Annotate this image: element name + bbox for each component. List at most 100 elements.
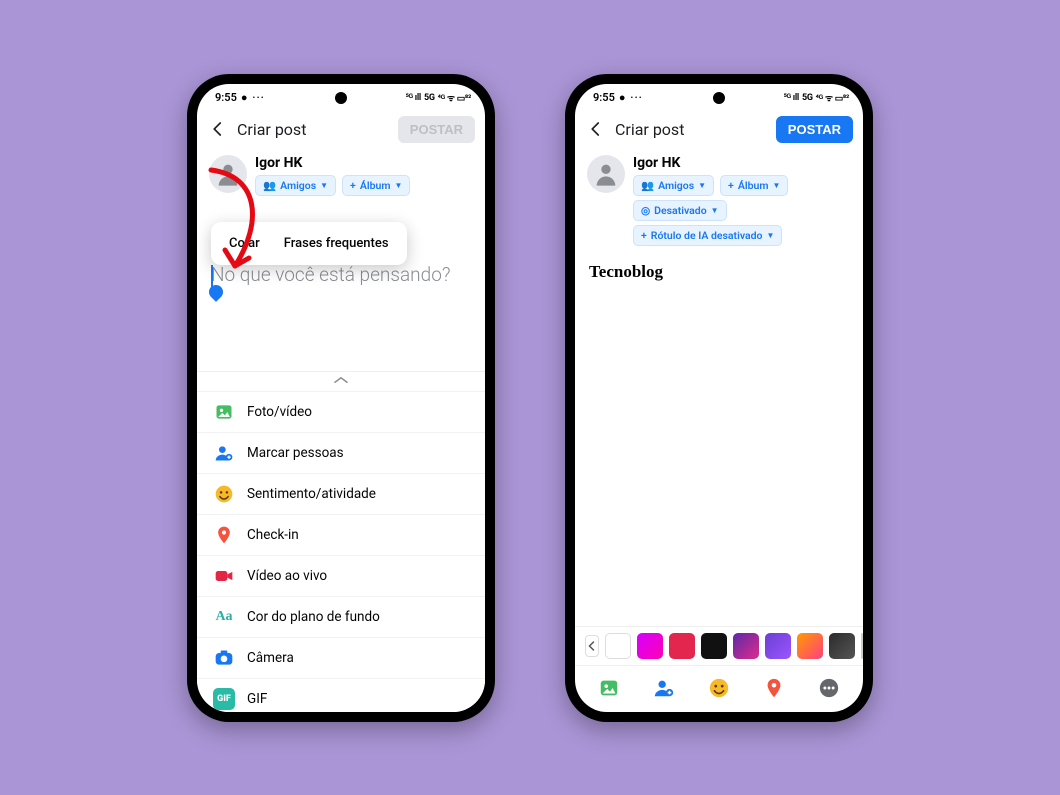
chevron-down-icon: ▼	[320, 181, 328, 190]
sheet-tag-people[interactable]: Marcar pessoas	[197, 432, 485, 473]
location-icon	[763, 677, 785, 699]
bb-photo[interactable]	[597, 676, 621, 700]
back-button[interactable]	[585, 118, 607, 140]
bgcolor-swatch-6[interactable]	[797, 633, 823, 659]
sheet-bgcolor-label: Cor do plano de fundo	[247, 609, 380, 625]
friends-icon: 👥	[641, 179, 654, 192]
bgcolor-swatch-1[interactable]	[637, 633, 663, 659]
feeling-icon	[708, 677, 730, 699]
sheet-gif-label: GIF	[247, 691, 267, 707]
screen-left: 9:55 ● ··· ⁵ᴳ ıll 5G ⁴ᴳ ᯤ ▭⁸² Criar post…	[197, 84, 485, 712]
status-dots: ● ···	[241, 91, 265, 104]
sheet-live-label: Vídeo ao vivo	[247, 568, 327, 584]
bb-feeling[interactable]	[707, 676, 731, 700]
status-5g: 5G	[424, 93, 435, 103]
camera-dot	[713, 92, 725, 104]
compose-area[interactable]: Tecnoblog	[575, 252, 863, 286]
sheet-photo-label: Foto/vídeo	[247, 404, 312, 420]
chevron-down-icon: ▼	[772, 181, 780, 190]
bgcolor-swatch-7[interactable]	[829, 633, 855, 659]
chip-disabled[interactable]: ◎ Desativado ▼	[633, 200, 727, 221]
bb-tag[interactable]	[652, 676, 676, 700]
bgcolor-swatch-3[interactable]	[701, 633, 727, 659]
chip-album[interactable]: + Álbum ▼	[720, 175, 788, 196]
bb-checkin[interactable]	[762, 676, 786, 700]
plus-icon: +	[728, 179, 734, 192]
attachment-sheet: Foto/vídeo Marcar pessoas Sentimento/ati…	[197, 371, 485, 712]
instagram-icon: ◎	[641, 204, 650, 217]
sheet-camera-label: Câmera	[247, 650, 294, 666]
status-5g: 5G	[802, 93, 813, 103]
status-net-left: ⁵ᴳ ıll	[406, 92, 421, 103]
live-video-icon	[213, 565, 235, 587]
post-button[interactable]: POSTAR	[776, 116, 853, 143]
sheet-gif[interactable]: GIF GIF	[197, 678, 485, 712]
location-icon	[213, 524, 235, 546]
status-dots: ● ···	[619, 91, 643, 104]
bgcolor-swatch-0[interactable]	[605, 633, 631, 659]
bgcolor-collapse[interactable]	[585, 635, 599, 657]
chip-friends[interactable]: 👥 Amigos ▼	[255, 175, 336, 196]
context-frequent-phrases[interactable]: Frases frequentes	[272, 232, 401, 255]
status-net-left: ⁵ᴳ ıll	[784, 92, 799, 103]
app-header: Criar post POSTAR	[575, 112, 863, 151]
status-time: 9:55	[215, 91, 237, 104]
phone-right: 9:55 ● ··· ⁵ᴳ ıll 5G ⁴ᴳ ᯤ ▭⁸² Criar post…	[565, 74, 873, 722]
context-menu: Colar Frases frequentes	[211, 222, 407, 265]
status-time: 9:55	[593, 91, 615, 104]
chevron-up-icon	[332, 375, 350, 385]
bgcolor-more[interactable]	[861, 633, 863, 659]
avatar-placeholder-icon	[592, 160, 620, 188]
sheet-camera[interactable]: Câmera	[197, 637, 485, 678]
chip-album-label: Álbum	[360, 179, 391, 192]
post-button[interactable]: POSTAR	[398, 116, 475, 143]
user-name: Igor HK	[255, 155, 473, 171]
sheet-handle[interactable]	[197, 372, 485, 391]
chip-album[interactable]: + Álbum ▼	[342, 175, 410, 196]
back-button[interactable]	[207, 118, 229, 140]
bottom-toolbar	[575, 665, 863, 712]
tag-people-icon	[653, 677, 675, 699]
compose-text: Tecnoblog	[589, 262, 849, 282]
avatar[interactable]	[587, 155, 625, 193]
friends-icon: 👥	[263, 179, 276, 192]
bgcolor-swatch-2[interactable]	[669, 633, 695, 659]
app-header: Criar post POSTAR	[197, 112, 485, 151]
compose-placeholder: No que você está pensando?	[211, 263, 471, 286]
status-net-right: ⁴ᴳ ᯤ ▭⁸²	[816, 91, 849, 104]
plus-icon: +	[350, 179, 356, 192]
avatar[interactable]	[209, 155, 247, 193]
chip-ia-label[interactable]: + Rótulo de IA desativado ▼	[633, 225, 782, 246]
sheet-photo-video[interactable]: Foto/vídeo	[197, 391, 485, 432]
chevron-left-icon	[586, 640, 598, 652]
chevron-down-icon: ▼	[698, 181, 706, 190]
sheet-feeling[interactable]: Sentimento/atividade	[197, 473, 485, 514]
page-title: Criar post	[237, 120, 390, 139]
bgcolor-swatch-4[interactable]	[733, 633, 759, 659]
screen-right: 9:55 ● ··· ⁵ᴳ ıll 5G ⁴ᴳ ᯤ ▭⁸² Criar post…	[575, 84, 863, 712]
chevron-down-icon: ▼	[711, 206, 719, 215]
chip-friends-label: Amigos	[658, 179, 694, 192]
sheet-feeling-label: Sentimento/atividade	[247, 486, 376, 502]
chip-album-label: Álbum	[738, 179, 769, 192]
gif-icon: GIF	[213, 688, 235, 710]
chip-disabled-label: Desativado	[654, 204, 706, 217]
camera-dot	[335, 92, 347, 104]
page-title: Criar post	[615, 120, 768, 139]
bb-more[interactable]	[817, 676, 841, 700]
user-name: Igor HK	[633, 155, 851, 171]
camera-icon	[213, 647, 235, 669]
sheet-bgcolor[interactable]: Aa Cor do plano de fundo	[197, 596, 485, 637]
phone-left: 9:55 ● ··· ⁵ᴳ ıll 5G ⁴ᴳ ᯤ ▭⁸² Criar post…	[187, 74, 495, 722]
sheet-checkin[interactable]: Check-in	[197, 514, 485, 555]
chip-friends[interactable]: 👥 Amigos ▼	[633, 175, 714, 196]
chevron-left-icon	[587, 120, 605, 138]
photo-icon	[213, 401, 235, 423]
context-paste[interactable]: Colar	[217, 232, 272, 255]
sheet-live-video[interactable]: Vídeo ao vivo	[197, 555, 485, 596]
status-net-right: ⁴ᴳ ᯤ ▭⁸²	[438, 91, 471, 104]
bgcolor-swatch-5[interactable]	[765, 633, 791, 659]
photo-icon	[598, 677, 620, 699]
tag-people-icon	[213, 442, 235, 464]
chip-friends-label: Amigos	[280, 179, 316, 192]
